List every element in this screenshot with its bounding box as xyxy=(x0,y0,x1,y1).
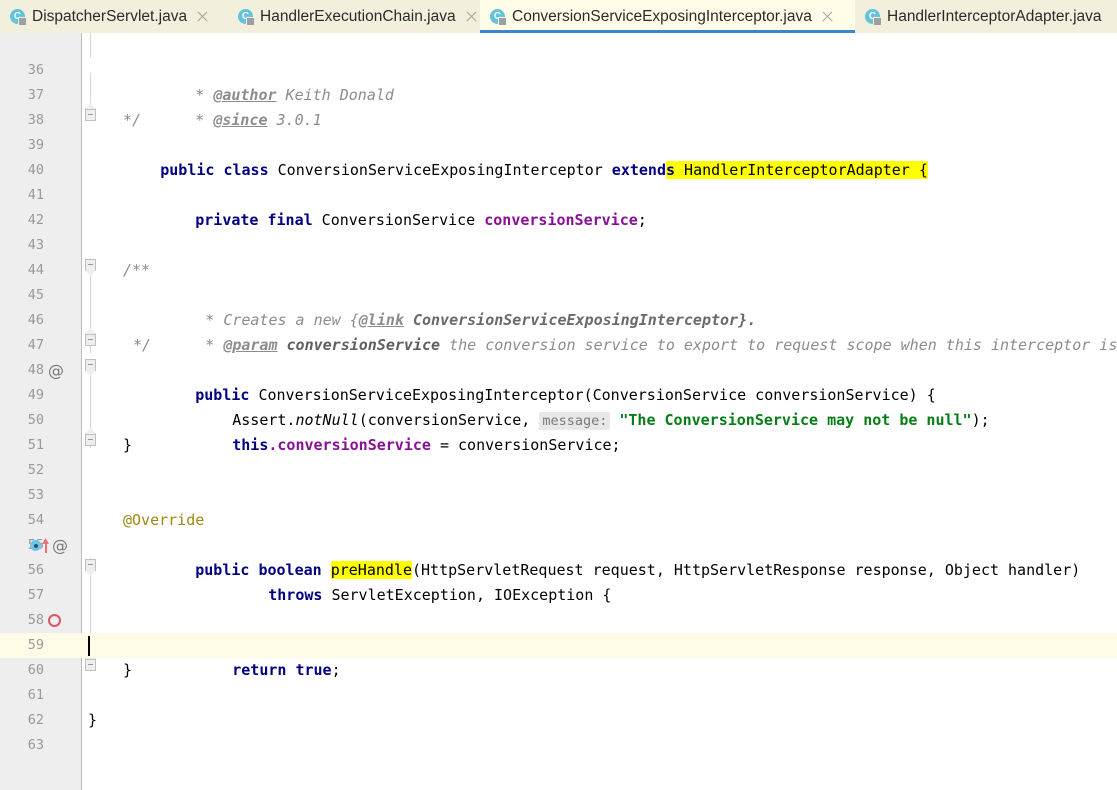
code-line[interactable]: 47 */ xyxy=(0,333,1117,358)
code-line[interactable]: 49 Assert.notNull(conversionService, mes… xyxy=(0,383,1117,430)
tab-conversion-service-exposing-interceptor[interactable]: C ConversionServiceExposingInterceptor.j… xyxy=(480,0,855,33)
line-number: 57 xyxy=(27,587,44,603)
tab-label: ConversionServiceExposingInterceptor.jav… xyxy=(512,7,812,25)
code-line[interactable]: 46 * @param conversionService the conver… xyxy=(0,308,1117,354)
tab-handler-interceptor-adapter[interactable]: C HandlerInterceptorAdapter.java xyxy=(855,0,1117,33)
tab-dispatcher-servlet[interactable]: C DispatcherServlet.java xyxy=(0,0,228,33)
code-token: } xyxy=(123,436,133,454)
code-line[interactable]: 44 /** xyxy=(0,258,1117,283)
line-number: 40 xyxy=(27,162,44,178)
line-number: 52 xyxy=(27,462,44,478)
code-line[interactable]: 54 @Override xyxy=(0,508,1117,533)
tab-handler-execution-chain[interactable]: C HandlerExecutionChain.java xyxy=(228,0,480,33)
close-icon[interactable] xyxy=(196,10,209,23)
gutter-icons[interactable]: @ xyxy=(28,358,78,383)
code-line[interactable]: 40 xyxy=(0,158,1117,183)
line-number: 50 xyxy=(27,412,44,428)
code-line[interactable]: 52 xyxy=(0,458,1117,483)
code-token: */ xyxy=(123,111,142,129)
line-number: 62 xyxy=(27,712,44,728)
code-line[interactable]: 38 */ xyxy=(0,108,1117,133)
editor-tab-bar: C DispatcherServlet.java C HandlerExecut… xyxy=(0,0,1117,34)
line-number: 49 xyxy=(27,387,44,403)
line-number: 39 xyxy=(27,137,44,153)
code-token: } xyxy=(123,661,133,679)
code-line[interactable]: 39 public class ConversionServiceExposin… xyxy=(0,133,1117,179)
code-line[interactable]: 58 request.setAttribute(ConversionServic… xyxy=(0,608,1117,654)
code-line[interactable]: 57 xyxy=(0,583,1117,608)
line-number: 45 xyxy=(27,287,44,303)
text-caret xyxy=(88,636,90,656)
line-number: 61 xyxy=(27,687,44,703)
gutter-icons[interactable]: @ xyxy=(28,533,78,558)
code-line[interactable]: 60 } xyxy=(0,658,1117,683)
code-line-current[interactable]: 59 return true; xyxy=(0,633,1117,679)
line-number: 41 xyxy=(27,187,44,203)
tab-label: DispatcherServlet.java xyxy=(32,7,188,25)
java-class-file-icon: C xyxy=(490,8,507,26)
line-number: 56 xyxy=(27,562,44,578)
line-number: 43 xyxy=(27,237,44,253)
code-line[interactable]: 41 private final ConversionService conve… xyxy=(0,183,1117,229)
override-marker-icon[interactable]: @ xyxy=(52,533,68,558)
close-icon[interactable] xyxy=(465,10,478,23)
code-line[interactable]: 36 * @author Keith Donald xyxy=(0,58,1117,104)
java-class-file-icon: C xyxy=(10,8,27,26)
line-number: 51 xyxy=(27,437,44,453)
override-marker-icon[interactable]: @ xyxy=(48,358,64,383)
line-number: 44 xyxy=(27,262,44,278)
code-token: } xyxy=(88,711,98,729)
code-token: */ xyxy=(133,336,152,354)
code-line[interactable]: 50 this.conversionService = conversionSe… xyxy=(0,408,1117,454)
breakpoint-icon[interactable] xyxy=(48,614,61,627)
code-line[interactable]: 61 xyxy=(0,683,1117,708)
code-line[interactable]: 53 xyxy=(0,483,1117,508)
code-line[interactable]: 37 * @since 3.0.1 xyxy=(0,83,1117,129)
code-line[interactable]: 63 xyxy=(0,733,1117,758)
code-line[interactable]: 56 throws ServletException, IOException … xyxy=(0,558,1117,604)
line-number: 63 xyxy=(27,737,44,753)
close-icon[interactable] xyxy=(821,10,834,23)
line-number: 46 xyxy=(27,312,44,328)
code-editor[interactable]: 36 * @author Keith Donald 37 * @since 3.… xyxy=(0,33,1117,790)
tab-label: HandlerExecutionChain.java xyxy=(260,7,456,25)
java-class-file-icon: C xyxy=(238,8,255,26)
code-line[interactable]: 62 } xyxy=(0,708,1117,733)
code-line[interactable]: 43 xyxy=(0,233,1117,258)
line-number: 54 xyxy=(27,512,44,528)
line-number: 60 xyxy=(27,662,44,678)
java-class-file-icon: C xyxy=(865,8,882,26)
code-line[interactable]: 48 @ public ConversionServiceExposingInt… xyxy=(0,358,1117,404)
code-line[interactable]: 55 @ public boolean preHandle(HttpServle… xyxy=(0,533,1117,579)
code-line[interactable]: 51 } xyxy=(0,433,1117,458)
code-token: /** xyxy=(123,261,151,279)
line-number: 38 xyxy=(27,112,44,128)
gutter-icons[interactable] xyxy=(28,608,78,633)
line-number: 36 xyxy=(27,62,44,78)
line-number: 37 xyxy=(27,87,44,103)
implementing-method-icon[interactable] xyxy=(30,538,52,553)
code-line[interactable]: 45 * Creates a new {@link ConversionServ… xyxy=(0,283,1117,329)
line-number: 47 xyxy=(27,337,44,353)
line-number: 42 xyxy=(27,212,44,228)
line-number: 53 xyxy=(27,487,44,503)
tab-label: HandlerInterceptorAdapter.java xyxy=(887,7,1102,25)
code-line[interactable]: 42 xyxy=(0,208,1117,233)
annotation-token: @Override xyxy=(123,511,205,529)
line-number: 59 xyxy=(27,637,44,653)
